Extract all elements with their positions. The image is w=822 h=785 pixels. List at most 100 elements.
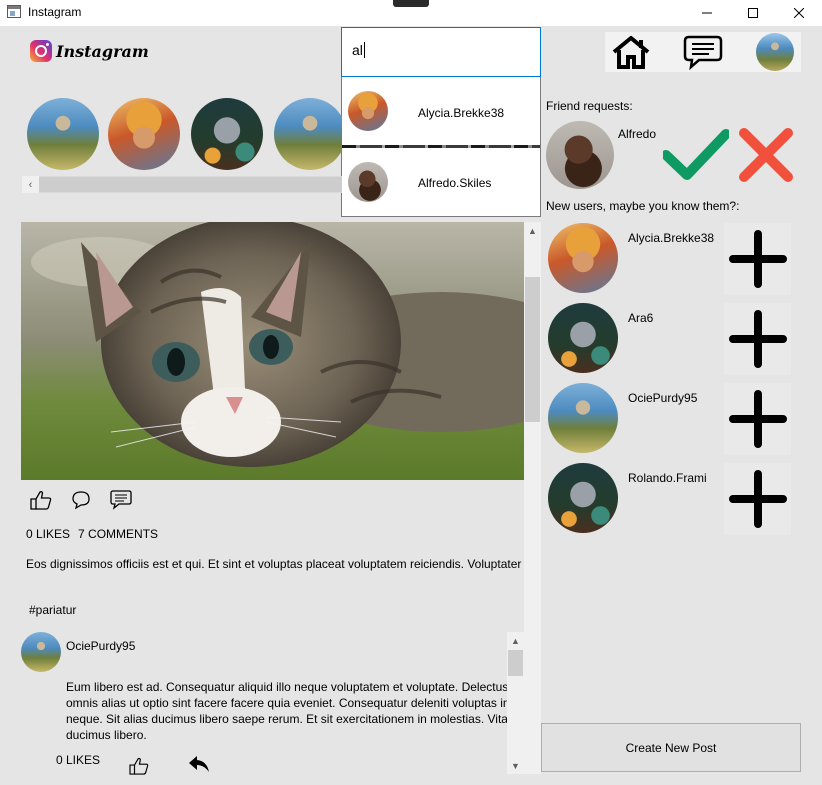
suggested-user-avatar[interactable] [548,303,618,373]
suggested-user-row: Ara6 [546,303,796,375]
scrollbar-thumb[interactable] [525,277,540,422]
suggestion-item[interactable]: Alycia.Brekke38 [342,77,540,147]
stories-scrollbar[interactable]: ‹ [22,176,342,193]
messages-icon [683,35,723,70]
reply-icon [189,756,209,772]
comment-button[interactable] [71,490,91,513]
chevron-up-icon: ▲ [528,225,537,236]
suggestion-username: Alfredo.Skiles [418,176,492,190]
friend-request-username[interactable]: Alfredo [618,127,656,141]
chevron-up-icon: ▲ [511,635,520,646]
app-icon [7,5,21,18]
suggested-user-username[interactable]: Rolando.Frami [628,471,707,485]
plus-icon [728,310,787,368]
add-friend-button[interactable] [724,463,791,535]
stories-strip [22,98,342,172]
feed-scrollbar[interactable]: ▲ [524,222,541,774]
story-avatar[interactable] [274,98,342,170]
add-friend-button[interactable] [724,223,791,295]
minimize-icon [702,12,712,14]
profile-button[interactable] [755,32,795,72]
comment-text: Eum libero est ad. Consequatur aliquid i… [66,680,515,742]
post-hashtag[interactable]: #pariatur [29,603,76,617]
plus-icon [728,470,787,528]
suggestion-avatar [348,162,388,202]
top-nav [605,32,801,72]
add-friend-button[interactable] [724,303,791,375]
close-button[interactable] [776,0,822,26]
suggested-user-username[interactable]: Ara6 [628,311,653,325]
search-value: al [352,42,363,58]
create-new-post-button[interactable]: Create New Post [541,723,801,772]
post-image[interactable] [21,222,524,480]
share-button[interactable] [110,490,132,513]
text-caret [363,42,365,58]
comment-username[interactable]: OciePurdy95 [66,639,135,653]
kitten-photo [21,222,524,480]
thumbs-up-icon [129,757,149,775]
title-bar: Instagram [0,0,822,26]
add-friend-button[interactable] [724,383,791,455]
minimize-button[interactable] [684,0,730,26]
suggestion-avatar [348,91,388,131]
post-caption: Eos dignissimos officiis est et qui. Et … [26,557,522,571]
likes-count: 0 LIKES [26,527,71,541]
reject-request-button[interactable] [738,127,794,186]
messages-button[interactable] [681,32,725,72]
plus-icon [728,390,787,448]
like-button[interactable] [30,490,52,513]
checkmark-icon [661,129,731,180]
scrollbar-thumb[interactable] [508,650,523,676]
chevron-down-icon: ▼ [511,760,520,771]
window-title: Instagram [28,5,82,19]
suggested-user-avatar[interactable] [548,463,618,533]
chevron-left-icon: ‹ [28,178,33,191]
suggested-user-avatar[interactable] [548,383,618,453]
scroll-up-button[interactable]: ▲ [507,632,524,649]
scrollbar-thumb[interactable] [39,177,342,192]
message-lines-icon [110,490,132,510]
scroll-down-button[interactable]: ▼ [507,757,524,774]
home-button[interactable] [611,32,651,72]
scroll-left-button[interactable]: ‹ [22,176,39,193]
comments-count[interactable]: 7 COMMENTS [78,527,158,541]
suggestion-username: Alycia.Brekke38 [418,106,505,120]
suggestion-item[interactable]: Alfredo.Skiles [342,147,540,217]
friend-requests-label: Friend requests: [546,99,633,113]
suggested-user-username[interactable]: OciePurdy95 [628,391,697,405]
comment-bubble-icon [72,491,90,510]
suggested-user-avatar[interactable] [548,223,618,293]
comment-like-button[interactable] [128,757,150,778]
friend-request-avatar[interactable] [546,121,614,189]
app-logo[interactable]: Instagram [30,40,149,62]
scroll-up-button[interactable]: ▲ [524,222,541,239]
comments-scrollbar[interactable]: ▲ ▼ [507,632,524,774]
accept-request-button[interactable] [661,129,731,184]
search-input[interactable]: al [341,27,541,77]
comment-reply-button[interactable] [188,755,210,776]
comments-section: OciePurdy95 Eum libero est ad. Consequat… [21,632,524,780]
story-avatar[interactable] [191,98,263,170]
x-cross-icon [739,128,793,182]
new-users-label: New users, maybe you know them?: [546,199,740,213]
maximize-button[interactable] [730,0,776,26]
suggested-user-username[interactable]: Alycia.Brekke38 [628,231,714,245]
instagram-logo-icon [30,40,52,62]
home-icon [612,36,650,69]
story-avatar[interactable] [27,98,99,170]
comment-avatar[interactable] [21,632,61,672]
maximize-icon [748,8,758,18]
close-icon [794,8,804,18]
suggested-user-row: Alycia.Brekke38 [546,223,796,295]
suggested-user-row: OciePurdy95 [546,383,796,455]
profile-avatar [756,33,794,71]
logo-text: Instagram [56,41,149,61]
plus-icon [728,230,787,288]
comment-likes: 0 LIKES [56,753,101,767]
post-stats: 0 LIKES 7 COMMENTS [26,527,166,541]
search-suggestions: Alycia.Brekke38 Alfredo.Skiles [341,77,541,217]
story-avatar[interactable] [108,98,180,170]
window-grip [393,0,429,7]
suggested-user-row: Rolando.Frami [546,463,796,535]
thumbs-up-icon [30,491,52,510]
